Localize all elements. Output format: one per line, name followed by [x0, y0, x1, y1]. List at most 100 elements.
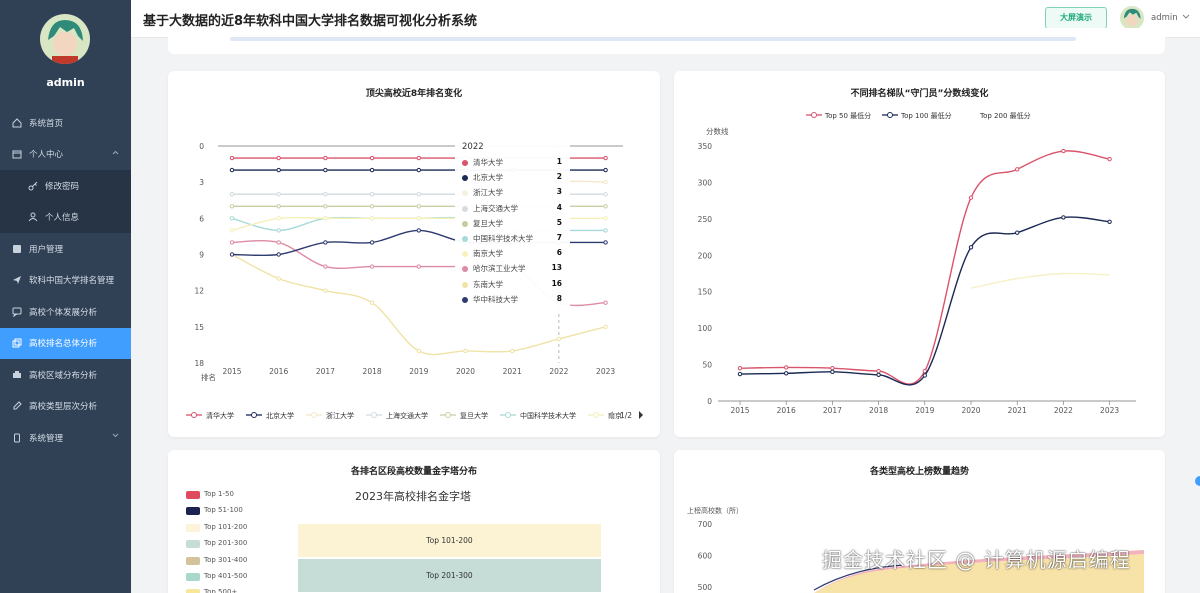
data-point[interactable]	[603, 167, 608, 173]
data-point[interactable]	[229, 192, 235, 197]
avatar[interactable]	[40, 14, 90, 64]
sidebar-item-4[interactable]: 用户管理	[0, 233, 131, 265]
data-point[interactable]	[323, 288, 328, 293]
sidebar-item-7[interactable]: 高校排名总体分析	[0, 327, 131, 359]
big-screen-button[interactable]: 大屏演示	[1045, 7, 1107, 29]
data-point[interactable]	[784, 365, 789, 370]
data-point[interactable]	[1015, 230, 1020, 235]
cutoff-chart[interactable]: 0 50 100 150 200 250 300 350 分数线 2015 2016 2017 2018…	[674, 71, 1165, 437]
data-point[interactable]	[229, 155, 235, 161]
data-point[interactable]	[323, 192, 328, 197]
legend-item[interactable]: 上海交通大学	[366, 411, 428, 420]
data-point[interactable]	[323, 204, 328, 209]
legend-item[interactable]: Top 50 最低分	[806, 111, 871, 120]
data-point[interactable]	[463, 348, 468, 354]
data-point[interactable]	[603, 179, 608, 185]
data-point[interactable]	[276, 167, 281, 173]
data-point[interactable]	[416, 216, 422, 221]
data-point[interactable]	[1061, 215, 1066, 220]
data-point[interactable]	[369, 264, 375, 269]
sidebar-item-8[interactable]: 高校区域分布分析	[0, 359, 131, 391]
sidebar-item-0[interactable]: 系统首页	[0, 107, 131, 139]
data-point[interactable]	[922, 373, 928, 378]
sidebar-item-5[interactable]: 软科中国大学排名管理	[0, 265, 131, 297]
legend-item[interactable]: 浙江大学	[306, 411, 354, 420]
pyramid-band[interactable]: Top 101-200	[298, 524, 601, 557]
data-point[interactable]	[229, 252, 235, 257]
legend-item[interactable]: Top 200 最低分	[979, 111, 1031, 120]
data-point[interactable]	[922, 368, 928, 374]
series-line-2[interactable]	[970, 272, 1110, 289]
data-point[interactable]	[603, 240, 608, 245]
data-point[interactable]	[323, 264, 328, 269]
data-point[interactable]	[830, 366, 835, 371]
legend-item[interactable]: 复旦大学	[440, 411, 488, 420]
legend-item[interactable]: 南京	[588, 411, 622, 420]
data-point[interactable]	[369, 240, 375, 245]
data-point[interactable]	[830, 369, 835, 375]
data-point[interactable]	[737, 371, 743, 377]
sidebar-item-1[interactable]: 个人中心	[0, 139, 131, 171]
data-point[interactable]	[276, 228, 281, 233]
data-point[interactable]	[276, 276, 281, 281]
chevron-down-icon[interactable]	[1182, 14, 1190, 20]
data-point[interactable]	[369, 216, 375, 221]
data-point[interactable]	[323, 216, 328, 221]
data-point[interactable]	[276, 216, 281, 221]
data-point[interactable]	[276, 252, 281, 257]
data-point[interactable]	[323, 155, 328, 161]
data-point[interactable]	[876, 368, 881, 374]
sidebar-item-6[interactable]: 高校个体发展分析	[0, 296, 131, 328]
data-point[interactable]	[556, 336, 562, 342]
data-point[interactable]	[1015, 167, 1020, 172]
data-point[interactable]	[968, 195, 974, 200]
data-point[interactable]	[510, 348, 515, 354]
rank-trend-chart[interactable]: 0369121518排名2015 2016 2017 2018 2019 2020 2021…	[168, 71, 660, 437]
sidebar-item-9[interactable]: 高校类型层次分析	[0, 391, 131, 423]
sidebar-item-10[interactable]: 系统管理	[0, 422, 131, 454]
data-point[interactable]	[784, 371, 789, 376]
data-point[interactable]	[276, 240, 281, 245]
data-point[interactable]	[416, 348, 422, 354]
data-point[interactable]	[603, 300, 608, 305]
data-point[interactable]	[603, 216, 608, 221]
data-point[interactable]	[876, 372, 881, 377]
data-point[interactable]	[369, 167, 375, 173]
legend-item[interactable]: 中国科学技术大学	[500, 411, 576, 420]
data-point[interactable]	[369, 192, 375, 197]
legend-item[interactable]: Top 100 最低分	[882, 111, 952, 120]
data-point[interactable]	[323, 167, 328, 173]
data-point[interactable]	[369, 300, 375, 305]
data-point[interactable]	[1107, 156, 1112, 162]
data-point[interactable]	[1061, 148, 1066, 154]
data-point[interactable]	[416, 155, 422, 161]
series-line-1[interactable]	[739, 216, 1110, 386]
data-point[interactable]	[1107, 219, 1112, 224]
data-point[interactable]	[229, 204, 235, 209]
data-point[interactable]	[416, 167, 422, 173]
data-point[interactable]	[416, 264, 422, 269]
data-point[interactable]	[603, 155, 608, 161]
data-point[interactable]	[229, 240, 235, 245]
data-point[interactable]	[276, 155, 281, 161]
data-point[interactable]	[737, 366, 743, 371]
legend-next-icon[interactable]	[639, 411, 643, 419]
series-line-0[interactable]	[739, 150, 1110, 385]
data-point[interactable]	[603, 228, 608, 233]
pyramid-band[interactable]: Top 201-300	[298, 559, 601, 592]
data-point[interactable]	[603, 192, 608, 197]
header-avatar[interactable]	[1120, 6, 1144, 30]
data-point[interactable]	[603, 204, 608, 209]
data-point[interactable]	[229, 216, 235, 221]
legend-item[interactable]: 北京大学	[246, 411, 294, 420]
sidebar-item-2[interactable]: 修改密码	[0, 170, 131, 202]
data-point[interactable]	[323, 240, 328, 245]
data-point[interactable]	[369, 155, 375, 161]
legend-item[interactable]: 清华大学	[186, 411, 234, 420]
data-point[interactable]	[369, 204, 375, 209]
data-point[interactable]	[276, 192, 281, 197]
data-point[interactable]	[276, 204, 281, 209]
data-point[interactable]	[416, 228, 422, 233]
data-point[interactable]	[416, 192, 422, 197]
header-username[interactable]: admin	[1151, 13, 1178, 23]
